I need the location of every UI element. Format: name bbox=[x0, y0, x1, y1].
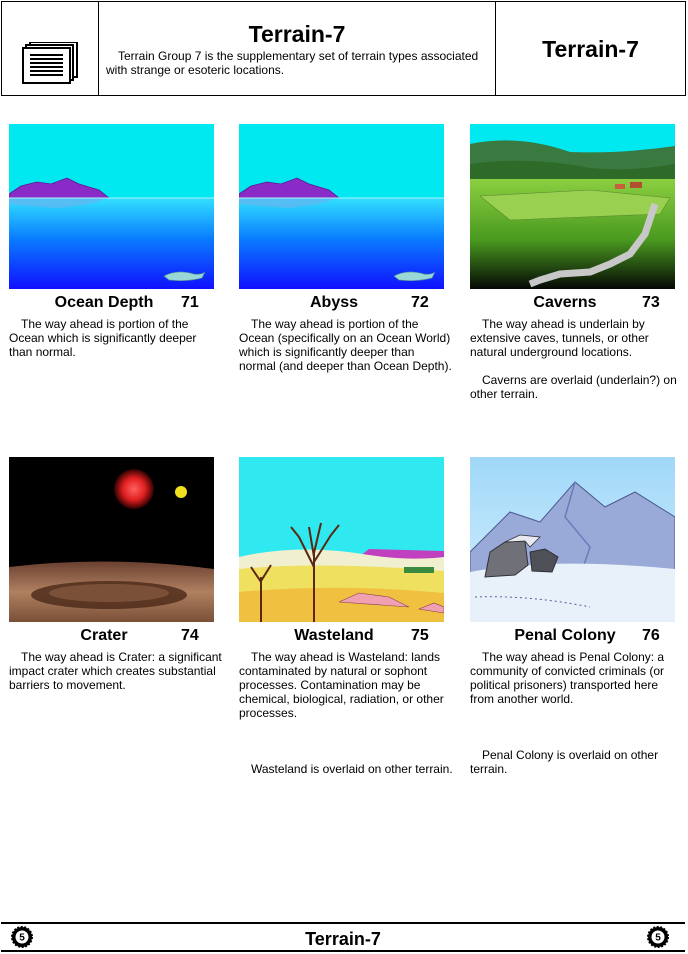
wasteland-image bbox=[239, 457, 444, 622]
caverns-image bbox=[470, 124, 675, 289]
terrain-paragraph: The way ahead is portion of the Ocean (s… bbox=[239, 317, 452, 373]
terrain-description: The way ahead is portion of the Ocean (s… bbox=[239, 317, 453, 373]
terrain-paragraph: The way ahead is portion of the Ocean wh… bbox=[9, 317, 197, 359]
terrain-name: Wasteland bbox=[294, 627, 374, 644]
penal-colony-image bbox=[470, 457, 675, 622]
terrain-number: 74 bbox=[181, 627, 199, 644]
terrain-paragraph: The way ahead is Penal Colony: a communi… bbox=[470, 650, 665, 706]
header-right-title: Terrain-7 bbox=[542, 36, 639, 62]
terrain-name: Abyss bbox=[309, 294, 359, 311]
terrain-description: The way ahead is Crater: a significant i… bbox=[9, 650, 223, 692]
terrain-name: Caverns bbox=[533, 294, 597, 311]
page-header: Terrain-7 Terrain Group 7 is the supplem… bbox=[1, 1, 686, 96]
terrain-number: 71 bbox=[181, 294, 199, 311]
abyss-image bbox=[239, 124, 444, 289]
page-badge-right-icon: 5 bbox=[647, 926, 669, 948]
terrain-paragraph: Caverns are overlaid (underlain?) on oth… bbox=[470, 373, 677, 401]
page-badge-right-number: 5 bbox=[655, 933, 661, 944]
terrain-description: The way ahead is underlain by extensive … bbox=[470, 317, 684, 401]
header-right: Terrain-7 bbox=[496, 2, 685, 95]
terrain-number: 73 bbox=[642, 294, 660, 311]
terrain-name: Crater bbox=[80, 627, 128, 644]
terrain-number: 72 bbox=[411, 294, 429, 311]
terrain-name: Ocean Depth bbox=[54, 294, 154, 311]
page-footer: 5 Terrain-7 5 bbox=[1, 922, 685, 952]
terrain-paragraph: The way ahead is underlain by extensive … bbox=[470, 317, 649, 359]
ocean-depth-image bbox=[9, 124, 214, 289]
terrain-description: The way ahead is Penal Colony: a communi… bbox=[470, 650, 684, 776]
terrain-number: 76 bbox=[642, 627, 660, 644]
terrain-name: Penal Colony bbox=[514, 627, 616, 644]
footer-title: Terrain-7 bbox=[305, 929, 381, 949]
terrain-paragraph: The way ahead is Crater: a significant i… bbox=[9, 650, 222, 692]
header-main: Terrain-7 Terrain Group 7 is the supplem… bbox=[99, 2, 496, 95]
terrain-description: The way ahead is Wasteland: lands contam… bbox=[239, 650, 453, 776]
terrain-paragraph: Wasteland is overlaid on other terrain. bbox=[251, 762, 453, 776]
page-description: Terrain Group 7 is the supplementary set… bbox=[106, 49, 479, 77]
header-icon-cell bbox=[2, 2, 99, 95]
terrain-paragraph: Penal Colony is overlaid on other terrai… bbox=[470, 748, 659, 776]
terrain-number: 75 bbox=[411, 627, 429, 644]
page-title: Terrain-7 bbox=[248, 21, 346, 47]
document-stack-icon bbox=[22, 42, 78, 84]
terrain-paragraph: The way ahead is Wasteland: lands contam… bbox=[239, 650, 444, 720]
crater-image bbox=[9, 457, 214, 622]
terrain-description: The way ahead is portion of the Ocean wh… bbox=[9, 317, 223, 359]
